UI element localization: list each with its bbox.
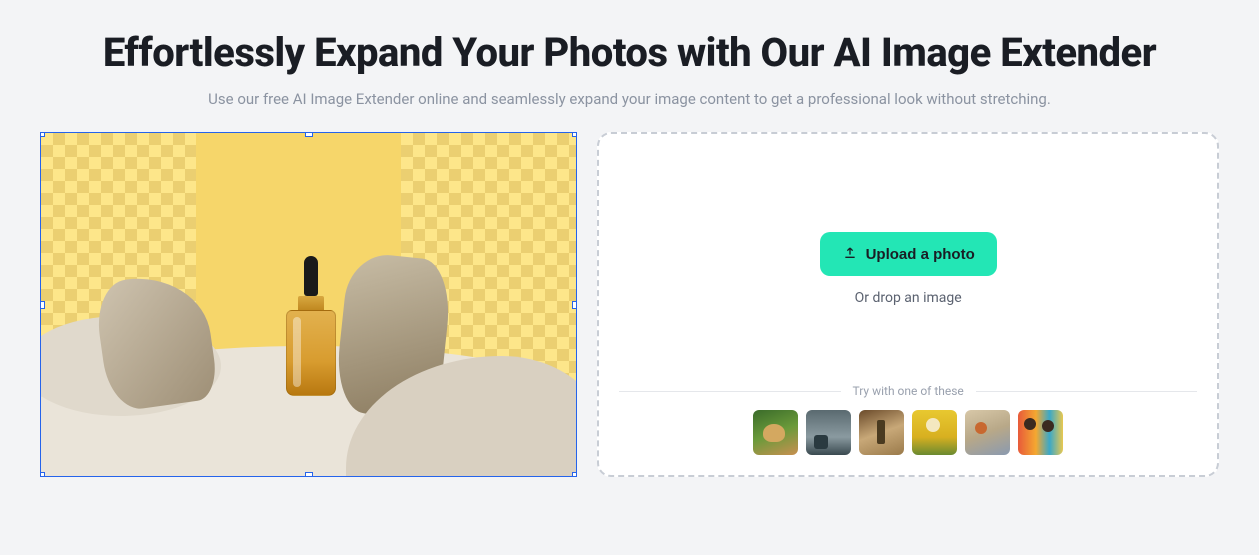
samples-header: Try with one of these xyxy=(619,384,1197,398)
upload-button[interactable]: Upload a photo xyxy=(820,232,997,276)
sample-thumb-5[interactable] xyxy=(965,410,1010,455)
resize-handle-left[interactable] xyxy=(40,301,45,309)
resize-handle-top-left[interactable] xyxy=(40,132,45,137)
sample-thumb-3[interactable] xyxy=(859,410,904,455)
resize-handle-bottom-right[interactable] xyxy=(572,472,577,477)
resize-handle-right[interactable] xyxy=(572,301,577,309)
resize-handle-top[interactable] xyxy=(305,132,313,137)
sample-thumb-6[interactable] xyxy=(1018,410,1063,455)
upload-panel[interactable]: Upload a photo Or drop an image Try with… xyxy=(597,132,1219,477)
page-subheading: Use our free AI Image Extender online an… xyxy=(40,90,1219,108)
sample-thumbnails xyxy=(619,410,1197,455)
page-heading: Effortlessly Expand Your Photos with Our… xyxy=(40,30,1219,76)
upload-icon xyxy=(842,244,858,264)
drop-text: Or drop an image xyxy=(855,290,962,306)
resize-handle-top-right[interactable] xyxy=(572,132,577,137)
resize-handle-bottom[interactable] xyxy=(305,472,313,477)
samples-label: Try with one of these xyxy=(853,384,964,398)
sample-thumb-4[interactable] xyxy=(912,410,957,455)
sample-thumb-2[interactable] xyxy=(806,410,851,455)
resize-handle-bottom-left[interactable] xyxy=(40,472,45,477)
sample-thumb-1[interactable] xyxy=(753,410,798,455)
preview-panel[interactable] xyxy=(40,132,577,477)
preview-bottle xyxy=(286,256,336,396)
upload-button-label: Upload a photo xyxy=(866,246,975,263)
